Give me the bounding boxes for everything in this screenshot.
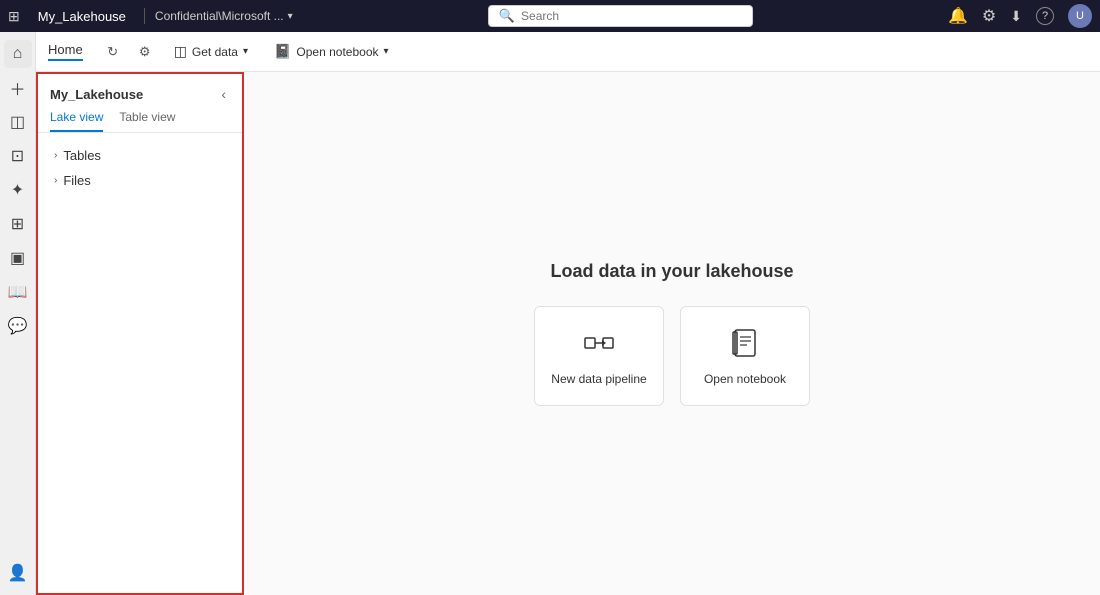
download-icon[interactable]: ⬇: [1010, 8, 1022, 25]
open-notebook-card[interactable]: Open notebook: [680, 306, 810, 406]
search-icon: 🔍: [499, 8, 515, 24]
settings-icon[interactable]: ⚙: [982, 6, 996, 26]
pipeline-icon: [583, 327, 615, 362]
top-bar: ⊞ My_Lakehouse Confidential\Microsoft ..…: [0, 0, 1100, 32]
avatar[interactable]: U: [1068, 4, 1092, 28]
top-bar-icons: 🔔 ⚙ ⬇ ? U: [948, 4, 1092, 28]
nav-book-icon[interactable]: 📖: [4, 278, 32, 306]
help-icon[interactable]: ?: [1036, 7, 1054, 25]
new-data-pipeline-label: New data pipeline: [551, 372, 646, 386]
get-data-icon: ◫: [174, 43, 187, 60]
nav-chat-icon[interactable]: 💬: [4, 312, 32, 340]
sidebar-tabs: Lake view Table view: [38, 110, 242, 133]
chevron-down-icon: ▾: [288, 11, 293, 22]
main-content: Load data in your lakehouse: [244, 72, 1100, 595]
search-box[interactable]: 🔍: [488, 5, 753, 27]
nav-data-icon[interactable]: ⊡: [4, 142, 32, 170]
nav-star-icon[interactable]: ✦: [4, 176, 32, 204]
nav-home-icon[interactable]: ⌂: [4, 40, 32, 68]
sidebar-content: › Tables › Files: [38, 133, 242, 593]
notebook-icon: 📓: [274, 43, 291, 60]
tables-label: Tables: [63, 148, 101, 163]
tree-item-tables[interactable]: › Tables: [38, 143, 242, 168]
workspace-main: My_Lakehouse ‹ Lake view Table view › Ta…: [36, 72, 1100, 595]
top-bar-divider: [144, 8, 145, 24]
sidebar-collapse-button[interactable]: ‹: [217, 84, 230, 104]
content-area: Home ↻ ⚙ ◫ Get data ▾ 📓 Open notebook ▾ …: [36, 32, 1100, 595]
sidebar-header: My_Lakehouse ‹: [38, 74, 242, 110]
notifications-icon[interactable]: 🔔: [948, 6, 968, 26]
sidebar-panel: My_Lakehouse ‹ Lake view Table view › Ta…: [36, 72, 244, 595]
load-cards: New data pipeline: [534, 306, 810, 406]
search-area: 🔍: [303, 5, 938, 27]
chevron-down-icon: ▾: [384, 46, 389, 57]
new-data-pipeline-card[interactable]: New data pipeline: [534, 306, 664, 406]
sidebar-title: My_Lakehouse: [50, 87, 143, 102]
toolbar: Home ↻ ⚙ ◫ Get data ▾ 📓 Open notebook ▾: [36, 32, 1100, 72]
notebook-icon: [729, 327, 761, 362]
refresh-button[interactable]: ↻: [99, 38, 127, 66]
nav-add-icon[interactable]: ＋: [4, 74, 32, 102]
nav-people-icon[interactable]: 👤: [4, 559, 32, 587]
load-title: Load data in your lakehouse: [550, 261, 793, 282]
files-label: Files: [63, 173, 90, 188]
tree-item-files[interactable]: › Files: [38, 168, 242, 193]
tab-lake-view[interactable]: Lake view: [50, 110, 103, 132]
chevron-right-icon: ›: [54, 175, 57, 186]
search-input[interactable]: [521, 9, 742, 23]
get-data-button[interactable]: ◫ Get data ▾: [163, 38, 259, 65]
tab-table-view[interactable]: Table view: [119, 110, 175, 132]
load-area: Load data in your lakehouse: [534, 261, 810, 406]
nav-monitor-icon[interactable]: ▣: [4, 244, 32, 272]
toolbar-settings-button[interactable]: ⚙: [131, 38, 159, 66]
app-name[interactable]: My_Lakehouse: [30, 7, 134, 26]
chevron-down-icon: ▾: [243, 46, 248, 57]
left-nav: ⌂ ＋ ◫ ⊡ ✦ ⊞ ▣ 📖 💬 👤: [0, 32, 36, 595]
open-notebook-label: Open notebook: [704, 372, 786, 386]
nav-apps-icon[interactable]: ⊞: [4, 210, 32, 238]
main-layout: ⌂ ＋ ◫ ⊡ ✦ ⊞ ▣ 📖 💬 👤 Home ↻ ⚙ ◫ Get data …: [0, 32, 1100, 595]
open-notebook-button[interactable]: 📓 Open notebook ▾: [263, 38, 400, 65]
chevron-right-icon: ›: [54, 150, 57, 161]
grid-icon[interactable]: ⊞: [8, 8, 20, 25]
breadcrumb-home[interactable]: Home: [48, 42, 83, 61]
nav-files-icon[interactable]: ◫: [4, 108, 32, 136]
workspace-label[interactable]: Confidential\Microsoft ... ▾: [155, 9, 293, 23]
